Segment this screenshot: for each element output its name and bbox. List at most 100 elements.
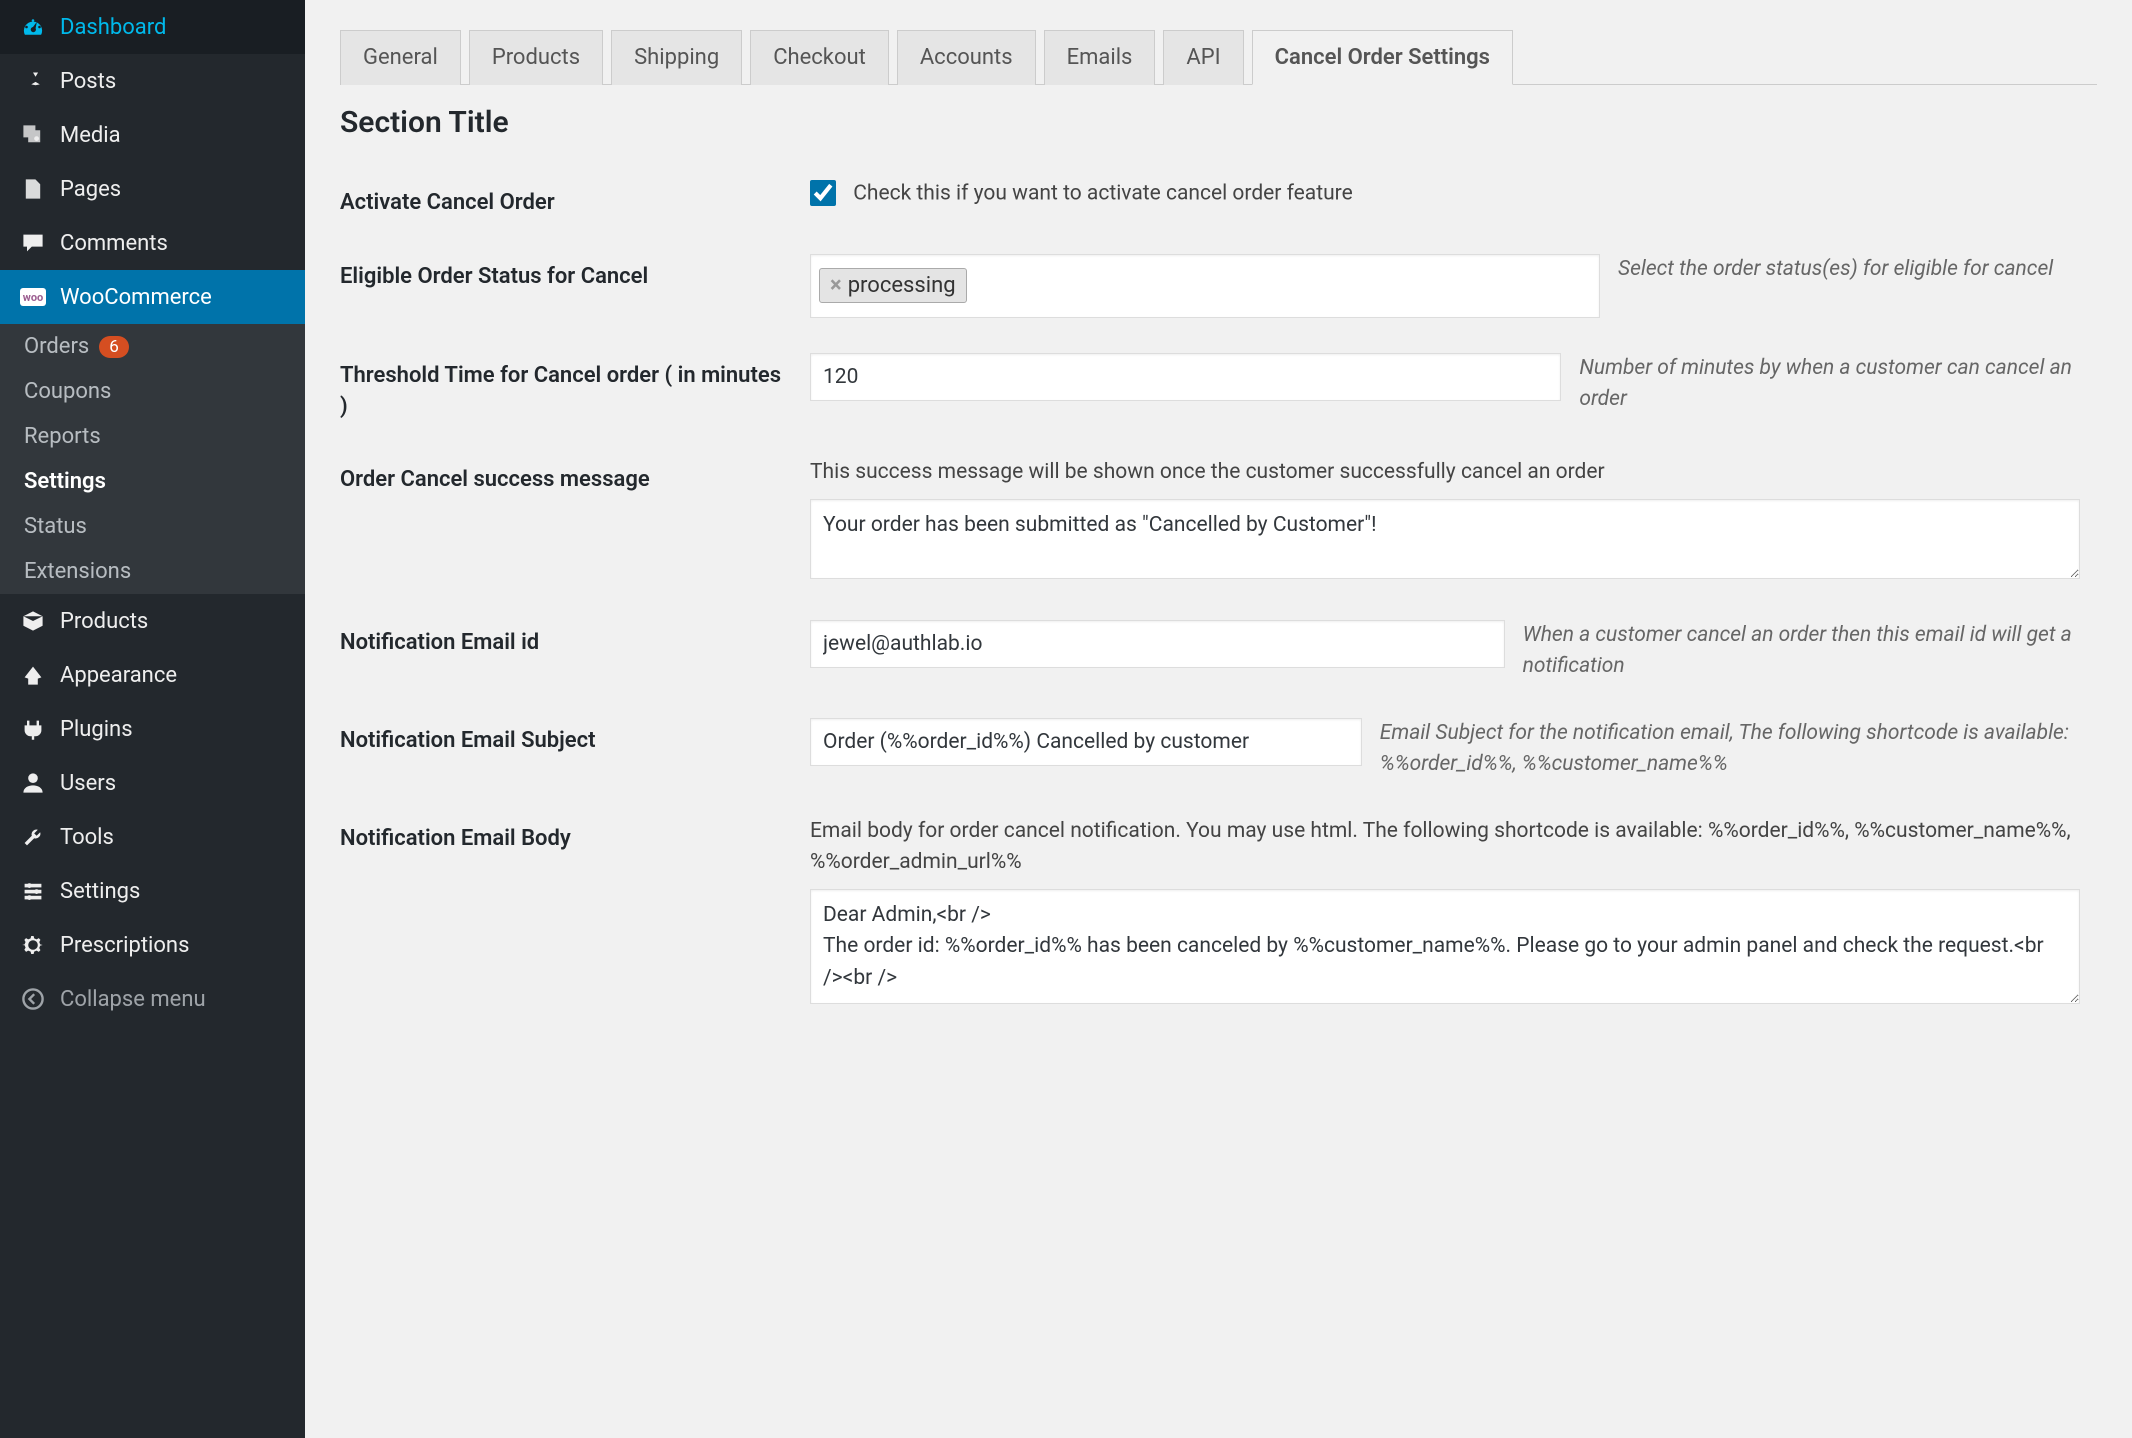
tools-icon [18, 822, 48, 852]
activate-checkbox[interactable] [810, 180, 836, 206]
status-tag: × processing [819, 268, 967, 303]
email-body-textarea[interactable] [810, 889, 2080, 1004]
sidebar-sub-orders[interactable]: Orders 6 [0, 324, 305, 369]
sidebar-sub-label: Coupons [24, 379, 111, 404]
tag-label: processing [848, 273, 956, 298]
sidebar-label: Appearance [60, 663, 177, 688]
field-email-body: Notification Email Body Email body for o… [340, 816, 2097, 1010]
sidebar-label: Media [60, 123, 121, 148]
sidebar-label: Tools [60, 825, 114, 850]
sidebar-label: Plugins [60, 717, 133, 742]
sidebar-item-plugins[interactable]: Plugins [0, 702, 305, 756]
field-success-message: Order Cancel success message This succes… [340, 457, 2097, 585]
settings-icon [18, 876, 48, 906]
sidebar-label: Posts [60, 69, 116, 94]
help-text: Email Subject for the notification email… [1380, 718, 2097, 781]
sidebar-sub-coupons[interactable]: Coupons [0, 369, 305, 414]
sidebar-item-appearance[interactable]: Appearance [0, 648, 305, 702]
plugins-icon [18, 714, 48, 744]
field-label: Order Cancel success message [340, 457, 810, 496]
settings-tabs: General Products Shipping Checkout Accou… [340, 30, 2097, 85]
tab-api[interactable]: API [1163, 30, 1243, 85]
appearance-icon [18, 660, 48, 690]
field-label: Eligible Order Status for Cancel [340, 254, 810, 293]
products-icon [18, 606, 48, 636]
tab-accounts[interactable]: Accounts [897, 30, 1036, 85]
sidebar-sub-label: Orders [24, 334, 89, 359]
main-content: General Products Shipping Checkout Accou… [305, 0, 2132, 1438]
eligible-status-select[interactable]: × processing [810, 254, 1600, 318]
field-email-subject: Notification Email Subject Email Subject… [340, 718, 2097, 781]
dashboard-icon [18, 12, 48, 42]
media-icon [18, 120, 48, 150]
sidebar-label: Settings [60, 879, 140, 904]
pages-icon [18, 174, 48, 204]
help-text: Select the order status(es) for eligible… [1618, 254, 2053, 286]
sidebar-label: WooCommerce [60, 285, 212, 310]
tab-cancel-order-settings[interactable]: Cancel Order Settings [1252, 30, 1513, 85]
success-message-textarea[interactable] [810, 499, 2080, 579]
pin-icon [18, 66, 48, 96]
sidebar-item-pages[interactable]: Pages [0, 162, 305, 216]
sidebar-item-posts[interactable]: Posts [0, 54, 305, 108]
users-icon [18, 768, 48, 798]
sidebar-label: Collapse menu [60, 987, 206, 1012]
sidebar-sub-label: Status [24, 514, 87, 539]
field-label: Notification Email Body [340, 816, 810, 855]
sidebar-label: Comments [60, 231, 168, 256]
sidebar-label: Prescriptions [60, 933, 189, 958]
tab-products[interactable]: Products [469, 30, 603, 85]
field-description: Email body for order cancel notification… [810, 816, 2097, 879]
sidebar-item-media[interactable]: Media [0, 108, 305, 162]
checkbox-text: Check this if you want to activate cance… [853, 181, 1353, 205]
help-text: Number of minutes by when a customer can… [1579, 353, 2097, 416]
field-label: Notification Email Subject [340, 718, 810, 757]
section-title: Section Title [340, 105, 2097, 140]
threshold-input[interactable] [810, 353, 1561, 401]
sidebar-item-products[interactable]: Products [0, 594, 305, 648]
sidebar-sub-label: Settings [24, 469, 106, 494]
sidebar-item-collapse[interactable]: Collapse menu [0, 972, 305, 1026]
field-threshold: Threshold Time for Cancel order ( in min… [340, 353, 2097, 423]
remove-tag-icon[interactable]: × [830, 273, 842, 298]
field-activate: Activate Cancel Order Check this if you … [340, 180, 2097, 219]
woocommerce-submenu: Orders 6 Coupons Reports Settings Status… [0, 324, 305, 594]
sidebar-item-tools[interactable]: Tools [0, 810, 305, 864]
tab-shipping[interactable]: Shipping [611, 30, 742, 85]
sidebar-item-settings[interactable]: Settings [0, 864, 305, 918]
sidebar-sub-status[interactable]: Status [0, 504, 305, 549]
sidebar-item-comments[interactable]: Comments [0, 216, 305, 270]
woocommerce-icon: woo [18, 282, 48, 312]
sidebar-label: Users [60, 771, 116, 796]
notification-email-input[interactable] [810, 620, 1505, 668]
sidebar-item-dashboard[interactable]: Dashboard [0, 0, 305, 54]
collapse-icon [18, 984, 48, 1014]
sidebar-sub-settings[interactable]: Settings [0, 459, 305, 504]
sidebar-item-woocommerce[interactable]: woo WooCommerce [0, 270, 305, 324]
field-label: Notification Email id [340, 620, 810, 659]
sidebar-label: Pages [60, 177, 121, 202]
tab-checkout[interactable]: Checkout [750, 30, 889, 85]
sidebar-sub-reports[interactable]: Reports [0, 414, 305, 459]
sidebar-label: Products [60, 609, 148, 634]
gear-icon [18, 930, 48, 960]
comments-icon [18, 228, 48, 258]
sidebar-item-prescriptions[interactable]: Prescriptions [0, 918, 305, 972]
orders-badge: 6 [99, 336, 129, 358]
field-eligible-status: Eligible Order Status for Cancel × proce… [340, 254, 2097, 318]
admin-sidebar: Dashboard Posts Media Pages Comments woo… [0, 0, 305, 1438]
sidebar-sub-label: Reports [24, 424, 101, 449]
field-label: Activate Cancel Order [340, 180, 810, 219]
field-notification-email: Notification Email id When a customer ca… [340, 620, 2097, 683]
tab-emails[interactable]: Emails [1044, 30, 1156, 85]
sidebar-sub-label: Extensions [24, 559, 131, 584]
active-marker-icon [305, 287, 315, 307]
tab-general[interactable]: General [340, 30, 461, 85]
field-label: Threshold Time for Cancel order ( in min… [340, 353, 810, 423]
sidebar-item-users[interactable]: Users [0, 756, 305, 810]
help-text: When a customer cancel an order then thi… [1523, 620, 2097, 683]
field-description: This success message will be shown once … [810, 457, 2097, 489]
email-subject-input[interactable] [810, 718, 1362, 766]
sidebar-sub-extensions[interactable]: Extensions [0, 549, 305, 594]
activate-checkbox-label[interactable]: Check this if you want to activate cance… [810, 181, 1353, 205]
